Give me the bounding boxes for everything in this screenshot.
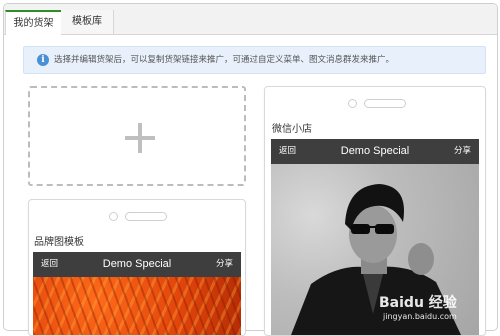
phone-camera-icon <box>348 99 357 108</box>
tab-template-library[interactable]: 模板库 <box>61 10 114 34</box>
info-notice: i 选择并编辑货架后，可以复制货架链接来推广，可通过自定义菜单、图文消息群发来推… <box>23 46 486 74</box>
watermark-url: jingyan.baidu.com <box>383 312 457 321</box>
phone-header-bar: 返回 Demo Special 分享 <box>33 252 241 277</box>
share-link[interactable]: 分享 <box>216 252 233 277</box>
card-title: 品牌图模板 <box>34 237 84 248</box>
phone-header-bar: 返回 Demo Special 分享 <box>271 139 479 164</box>
baidu-watermark-logo: Baidu 经验 <box>379 295 457 311</box>
phone-speaker-icon <box>125 212 167 221</box>
template-card-wechat-store[interactable]: 微信小店 返回 Demo Special 分享 Baidu 经验 jingyan… <box>264 86 486 336</box>
template-card-brand-image[interactable]: 品牌图模板 返回 Demo Special 分享 <box>28 199 246 336</box>
phone-speaker-icon <box>364 99 406 108</box>
phone-title: Demo Special <box>340 145 410 157</box>
banner-image <box>33 277 241 335</box>
card-title: 微信小店 <box>272 124 312 135</box>
add-shelf-button[interactable] <box>28 86 246 186</box>
plus-icon <box>125 123 155 153</box>
phone-camera-icon <box>109 212 118 221</box>
tab-my-shelves[interactable]: 我的货架 <box>5 10 62 35</box>
phone-title: Demo Special <box>102 258 172 270</box>
notice-text: 选择并编辑货架后，可以复制货架链接来推广，可通过自定义菜单、图文消息群发来推广。 <box>54 55 395 65</box>
product-photo: Baidu 经验 jingyan.baidu.com <box>271 164 479 335</box>
info-icon: i <box>37 54 49 66</box>
share-link[interactable]: 分享 <box>454 139 471 164</box>
tab-bar: 我的货架 模板库 <box>4 4 497 35</box>
